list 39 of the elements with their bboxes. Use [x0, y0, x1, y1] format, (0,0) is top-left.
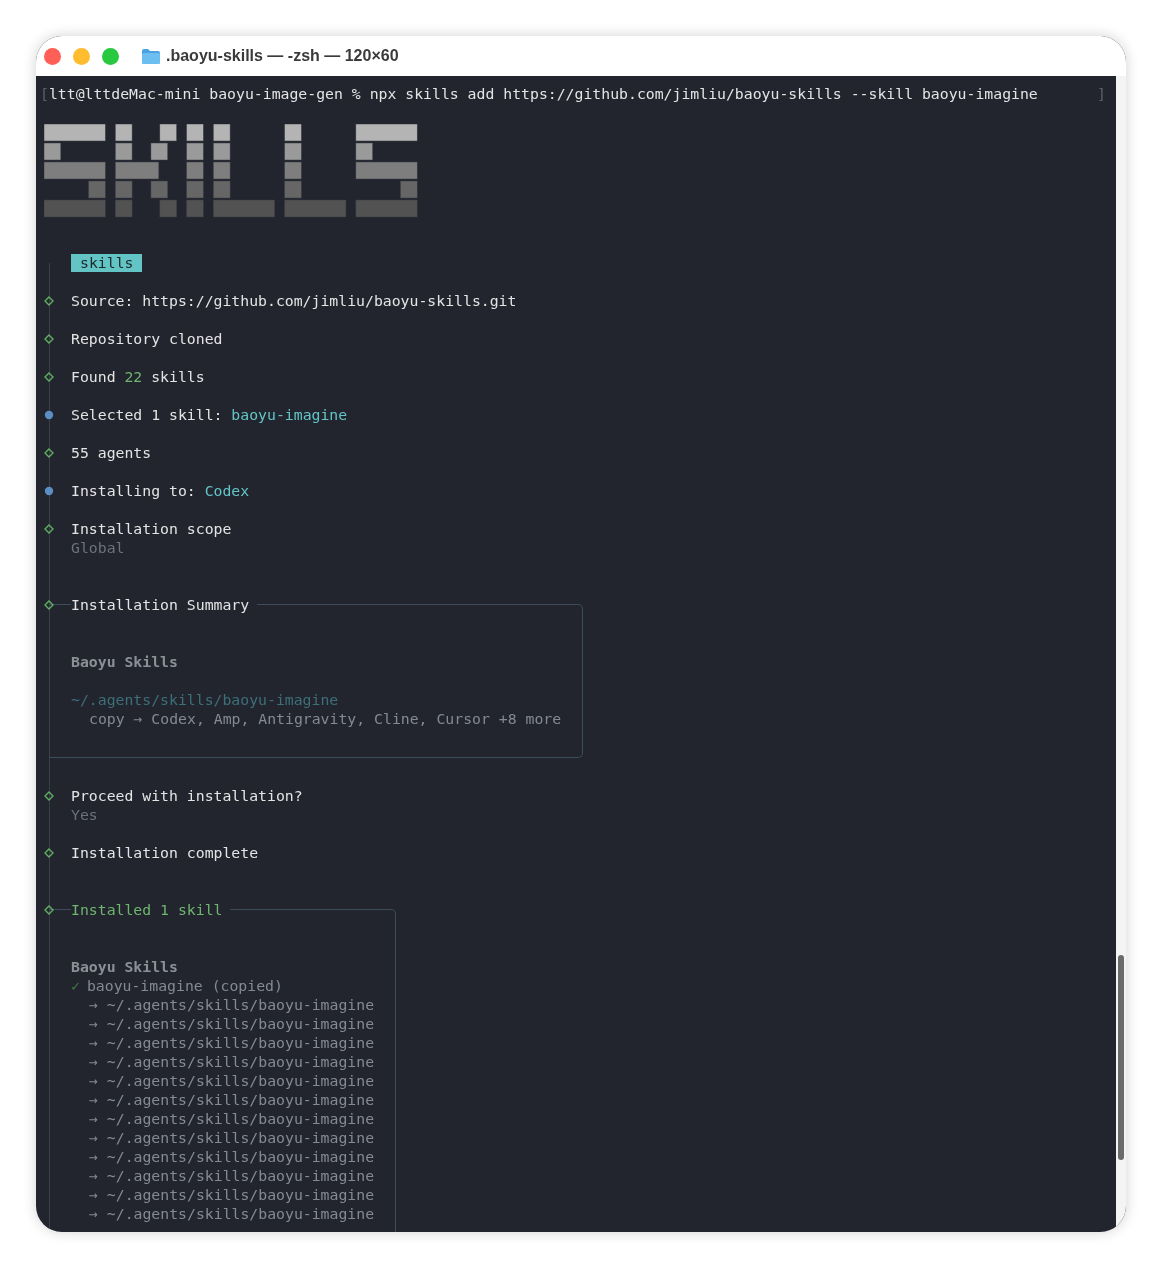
- bracket-mark: [: [40, 84, 49, 103]
- skills-badge: skills: [71, 254, 143, 272]
- folder-icon: [142, 48, 160, 64]
- panel-line: Baoyu Skills: [71, 958, 178, 975]
- step-text: Installation complete: [71, 843, 260, 862]
- step-text: Found 22 skills: [71, 367, 206, 386]
- step-answer: Global: [71, 538, 126, 557]
- panel-line: → ~/.agents/skills/baoyu-imagine: [89, 1015, 375, 1032]
- panel-line: copy → Codex, Amp, Antigravity, Cline, Cursor +8 more: [89, 710, 562, 727]
- panel-line: → ~/.agents/skills/baoyu-imagine: [89, 1110, 375, 1127]
- panel-line: → ~/.agents/skills/baoyu-imagine: [89, 1034, 375, 1051]
- step-text: Installation scope: [71, 519, 233, 538]
- panel-line: → ~/.agents/skills/baoyu-imagine: [89, 1205, 375, 1222]
- panel-line: → ~/.agents/skills/baoyu-imagine: [89, 996, 375, 1013]
- panel-line: → ~/.agents/skills/baoyu-imagine: [89, 1129, 375, 1146]
- step-answer: Yes: [71, 805, 99, 824]
- step-text: Repository cloned: [71, 329, 224, 348]
- scrollbar[interactable]: [1118, 955, 1124, 1160]
- panel-line: ~/.agents/skills/baoyu-imagine: [71, 691, 339, 708]
- panel-line: → ~/.agents/skills/baoyu-imagine: [89, 1186, 375, 1203]
- panel-line: Baoyu Skills: [71, 653, 178, 670]
- panel-line: → ~/.agents/skills/baoyu-imagine: [89, 1148, 375, 1165]
- command-line: ltt@lttdeMac-mini baoyu-image-gen % npx skills add https://github.com/jimliu/baoyu-skills --skill baoyu-imagine: [48, 84, 1038, 103]
- window-title: .baoyu-skills — -zsh — 120×60: [166, 47, 399, 65]
- panel-line: → ~/.agents/skills/baoyu-imagine: [89, 1072, 375, 1089]
- check-mark: ✓: [71, 977, 80, 994]
- zoom-button[interactable]: [102, 47, 119, 65]
- step-text: Selected 1 skill: baoyu-imagine: [71, 405, 349, 424]
- step-text: Proceed with installation?: [71, 786, 304, 805]
- panel-line: → ~/.agents/skills/baoyu-imagine: [89, 1053, 375, 1070]
- skill-status: baoyu-imagine (copied): [86, 977, 283, 994]
- panel-line: → ~/.agents/skills/baoyu-imagine: [89, 1167, 375, 1184]
- step-text: Source: https://github.com/jimliu/baoyu-skills.git: [71, 291, 518, 310]
- panel-line: → ~/.agents/skills/baoyu-imagine: [89, 1091, 375, 1108]
- bracket-mark: ]: [1097, 84, 1106, 103]
- step-text: Installing to: Codex: [71, 481, 251, 500]
- minimize-button[interactable]: [73, 47, 90, 65]
- step-text: 55 agents: [71, 443, 153, 462]
- close-button[interactable]: [44, 47, 61, 65]
